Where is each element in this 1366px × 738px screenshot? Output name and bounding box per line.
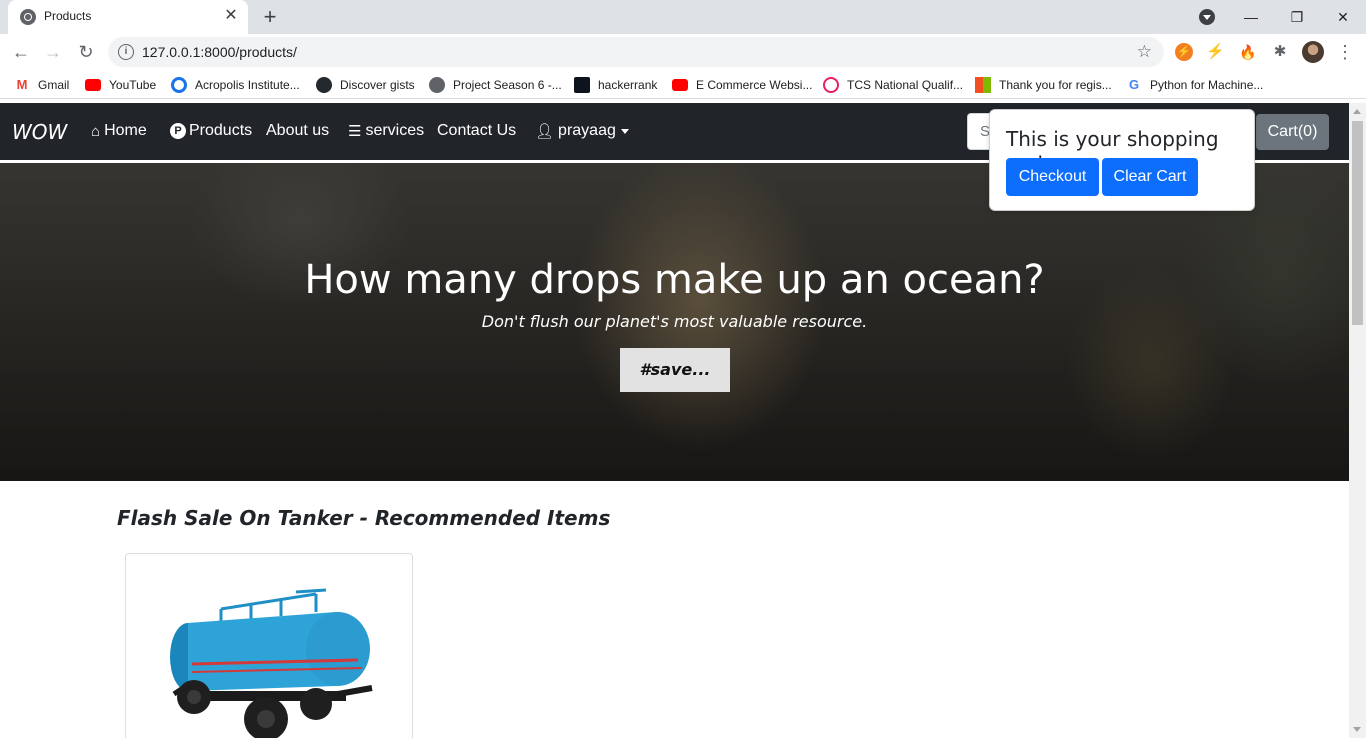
page-scrollbar[interactable] [1349,103,1366,738]
web-page: WOW ⌂ Home P Products About us ☰ service… [0,103,1349,738]
bookmark-tcs[interactable]: TCS National Qualif... [823,76,963,94]
scroll-down-icon[interactable] [1353,727,1361,732]
nav-home[interactable]: ⌂ Home [91,122,147,140]
github-icon [316,77,332,93]
home-icon: ⌂ [91,122,101,140]
section-title: Flash Sale On Tanker - Recommended Items [117,506,611,530]
tab-search-icon[interactable] [1199,9,1215,25]
bookmark-hackerrank[interactable]: hackerrank [574,76,657,94]
products-icon: P [170,123,186,139]
user-icon: 👤︎ [535,123,555,140]
microsoft-icon [975,77,991,93]
nav-contact-label: Contact Us [437,122,517,139]
bookmark-label: Python for Machine... [1150,78,1264,92]
bookmark-project-season[interactable]: Project Season 6 -... [429,76,562,94]
cart-popover: This is your shopping cart Checkout Clea… [989,109,1255,211]
hero-title: How many drops make up an ocean? [304,257,1045,303]
nav-services-label: services [365,122,425,139]
youtube-icon [85,79,101,91]
browser-tab-strip: Products ✕ + — ❐ ✕ [0,0,1366,34]
bookmark-youtube[interactable]: YouTube [85,76,156,94]
bookmark-acropolis[interactable]: Acropolis Institute... [171,76,300,94]
reload-icon[interactable]: ↻ [74,40,98,64]
nav-home-label: Home [104,122,147,139]
bookmark-label: YouTube [109,78,157,92]
extension-icon[interactable]: ⚡ [1206,43,1225,61]
bookmark-label: Thank you for regis... [999,78,1112,92]
nav-products[interactable]: P Products [170,122,252,140]
bookmark-github-gists[interactable]: Discover gists [316,76,415,94]
browser-toolbar: ← → ↻ i 127.0.0.1:8000/products/ ☆ ⚡ ⚡ 🔥… [0,34,1366,70]
bookmark-label: hackerrank [598,78,658,92]
nav-contact[interactable]: Contact Us [437,122,516,140]
url-text[interactable]: 127.0.0.1:8000/products/ [142,44,297,60]
bookmark-label: Project Season 6 -... [453,78,562,92]
youtube-icon [672,79,688,91]
nav-user-dropdown[interactable]: 👤︎ prayaag [535,122,629,140]
bookmark-ecommerce[interactable]: E Commerce Websi... [672,76,812,94]
bookmark-label: Discover gists [340,78,415,92]
google-icon: G [1128,77,1140,92]
back-icon[interactable]: ← [9,40,33,64]
extension-icon[interactable]: 🔥 [1239,43,1257,61]
info-icon[interactable]: i [118,44,134,60]
bookmark-label: TCS National Qualif... [847,78,964,92]
product-card[interactable] [125,553,413,738]
nav-about-label: About us [266,122,330,139]
bookmark-python-ml[interactable]: G Python for Machine... [1126,76,1263,94]
bookmark-label: Gmail [38,78,70,92]
extensions-puzzle-icon[interactable]: ✱ [1271,43,1289,61]
browser-menu-icon[interactable]: ⋮ [1336,40,1354,64]
bookmark-gmail[interactable]: M Gmail [14,76,70,94]
bookmarks-bar: M Gmail YouTube Acropolis Institute... D… [0,70,1366,99]
globe-icon [429,77,445,93]
site-brand[interactable]: WOW [12,120,67,144]
bookmark-star-icon[interactable]: ☆ [1137,42,1152,62]
minimize-button[interactable]: — [1228,4,1274,30]
tcs-icon [823,77,839,93]
checkout-button[interactable]: Checkout [1006,158,1099,196]
chevron-down-icon [620,128,629,134]
tanker-image [170,588,373,738]
tab-title: Products [44,9,92,23]
nav-services[interactable]: ☰ services [348,122,424,140]
address-bar[interactable]: i 127.0.0.1:8000/products/ ☆ [108,37,1164,67]
nav-about[interactable]: About us [266,122,329,140]
new-tab-button[interactable]: + [258,5,282,29]
gmail-icon: M [16,77,28,92]
close-window-button[interactable]: ✕ [1320,4,1366,30]
nav-products-label: Products [189,122,253,139]
hero-subtitle: Don't flush our planet's most valuable r… [481,312,868,331]
clear-cart-button[interactable]: Clear Cart [1102,158,1198,196]
profile-avatar[interactable] [1302,41,1324,63]
server-icon: ☰ [348,123,362,140]
cart-button[interactable]: Cart(0) [1256,114,1329,150]
bookmark-label: Acropolis Institute... [195,78,300,92]
scroll-up-icon[interactable] [1353,109,1361,114]
bookmark-label: E Commerce Websi... [696,78,813,92]
browser-tab[interactable]: Products ✕ [8,0,248,34]
globe-icon [20,9,36,25]
hackerrank-icon [574,77,590,93]
bookmark-microsoft[interactable]: Thank you for regis... [975,76,1112,94]
acropolis-icon [171,77,187,93]
close-tab-icon[interactable]: ✕ [222,7,240,25]
scrollbar-thumb[interactable] [1352,121,1363,325]
save-button[interactable]: #save... [620,348,730,392]
extension-icon[interactable]: ⚡ [1175,43,1193,61]
forward-icon[interactable]: → [41,40,65,64]
nav-user-label: prayaag [558,122,616,139]
restore-button[interactable]: ❐ [1274,4,1320,30]
